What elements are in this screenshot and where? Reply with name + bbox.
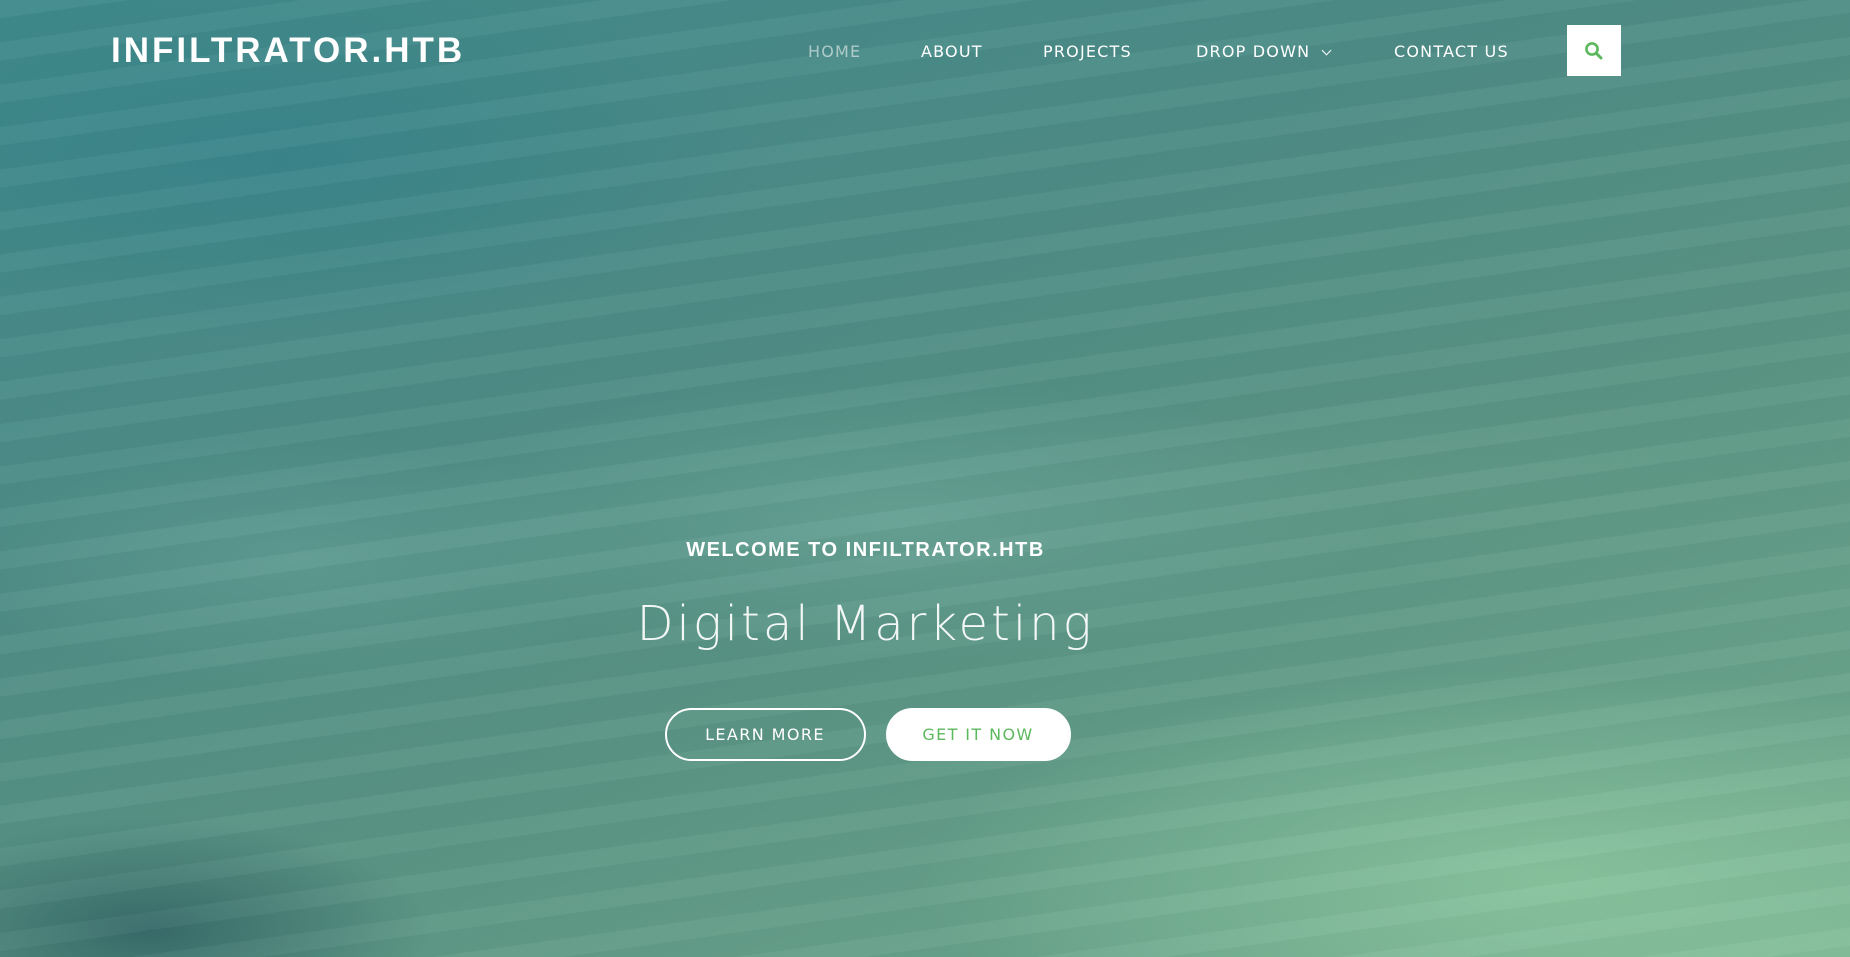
- hero-actions: LEARN MORE GET IT NOW: [0, 708, 1733, 761]
- nav-item-projects[interactable]: PROJECTS: [1043, 38, 1196, 66]
- search-icon: [1585, 42, 1603, 60]
- hero-content: WELCOME TO INFILTRATOR.HTB Digital Marke…: [0, 530, 1731, 654]
- nav-item-home[interactable]: HOME: [808, 38, 921, 66]
- main-nav: HOME ABOUT PROJECTS DROP DOWN CONTACT US: [808, 38, 1509, 66]
- hero-title: Digital Marketing: [636, 596, 1095, 652]
- nav-item-drop-down[interactable]: DROP DOWN: [1196, 38, 1394, 66]
- get-it-now-button[interactable]: GET IT NOW: [885, 708, 1071, 761]
- search-button[interactable]: [1567, 25, 1621, 76]
- hero-background: [0, 0, 1850, 957]
- nav-item-contact-us[interactable]: CONTACT US: [1394, 38, 1509, 66]
- site-logo[interactable]: INFILTRATOR.HTB: [111, 28, 465, 74]
- chevron-down-icon: [1321, 45, 1332, 55]
- site-header: INFILTRATOR.HTB HOME ABOUT PROJECTS DROP…: [0, 0, 1850, 102]
- nav-item-drop-down-label: DROP DOWN: [1196, 42, 1311, 61]
- nav-item-about[interactable]: ABOUT: [921, 38, 1043, 66]
- hero-kicker: WELCOME TO INFILTRATOR.HTB: [686, 539, 1045, 561]
- learn-more-button[interactable]: LEARN MORE: [664, 708, 866, 761]
